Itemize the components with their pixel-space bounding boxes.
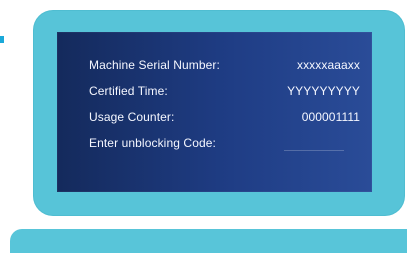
usage-counter-label: Usage Counter:: [89, 110, 175, 124]
unblocking-code-input[interactable]: [284, 150, 344, 151]
unblocking-code-label: Enter unblocking Code:: [89, 136, 216, 150]
certified-time-label: Certified Time:: [89, 84, 168, 98]
serial-number-value: xxxxxaaaxx: [296, 58, 360, 72]
info-panel: Machine Serial Number: xxxxxaaaxx Certif…: [57, 32, 372, 192]
left-accent-mark: [0, 36, 4, 43]
serial-number-row: Machine Serial Number: xxxxxaaaxx: [89, 56, 360, 74]
bottom-status-bar: [10, 229, 407, 253]
usage-counter-row: Usage Counter: 000001111: [89, 108, 360, 126]
serial-number-label: Machine Serial Number:: [89, 58, 220, 72]
usage-counter-value: 000001111: [301, 110, 360, 124]
certified-time-row: Certified Time: YYYYYYYYY: [89, 82, 360, 100]
certified-time-value: YYYYYYYYY: [287, 84, 360, 98]
unblocking-code-row[interactable]: Enter unblocking Code:: [89, 134, 360, 152]
dialog-stage: Machine Serial Number: xxxxxaaaxx Certif…: [0, 0, 407, 253]
